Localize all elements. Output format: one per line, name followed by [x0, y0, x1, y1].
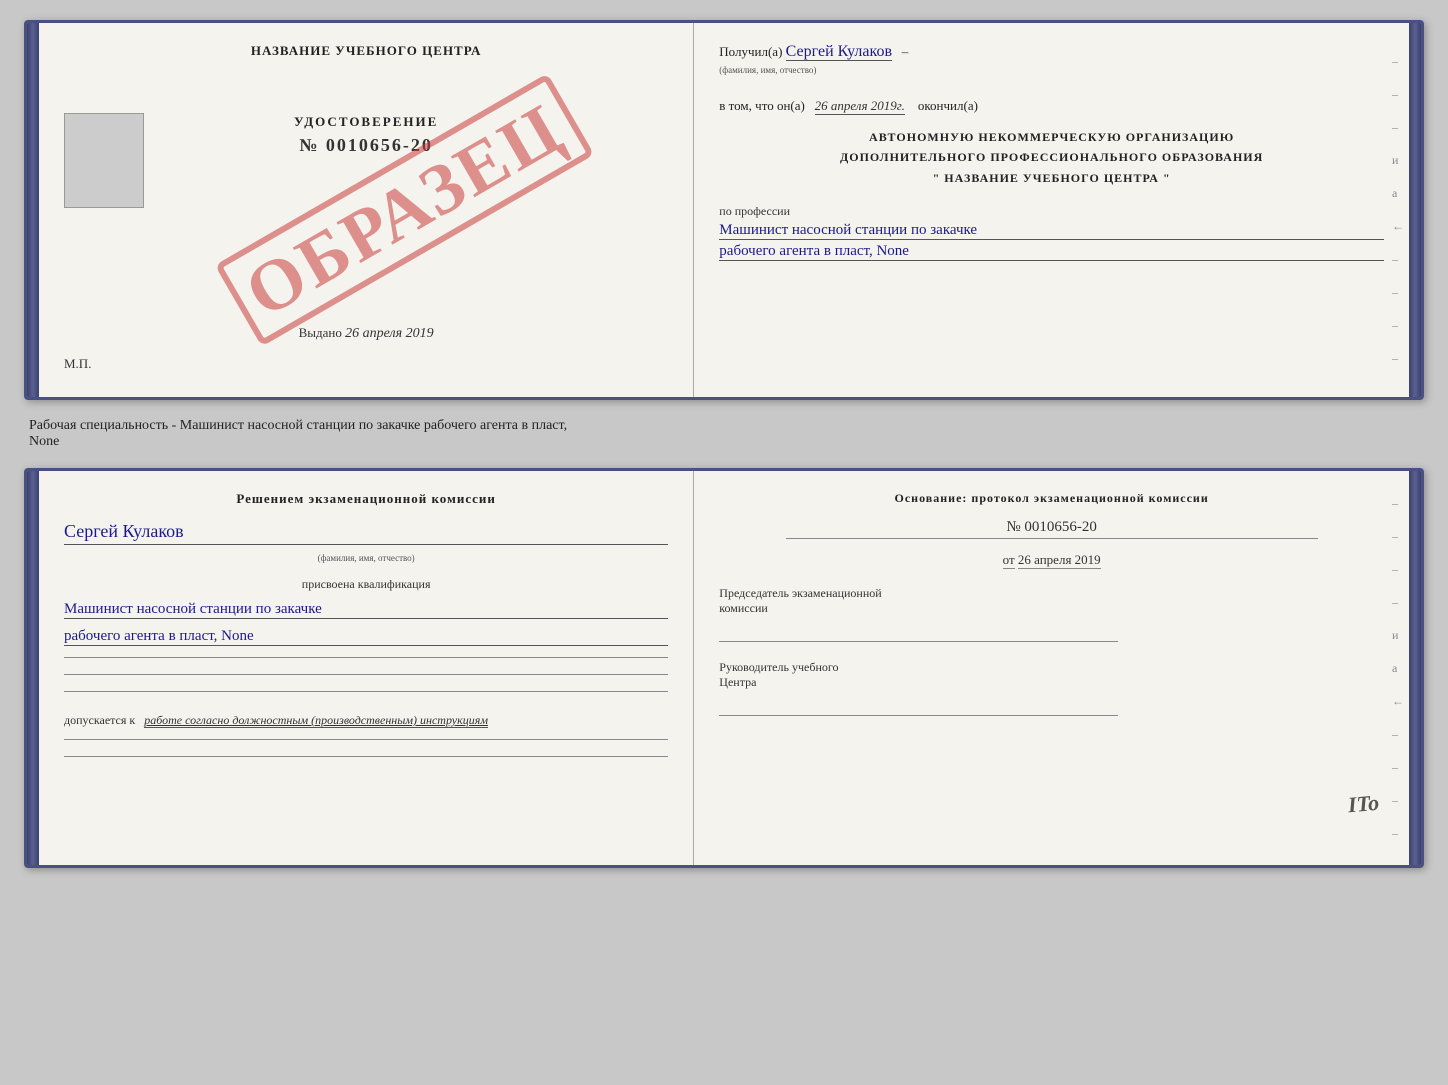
separator3: [64, 691, 668, 692]
specialty-line2: None: [29, 434, 1419, 450]
separator5: [64, 756, 668, 757]
received-line: Получил(а) Сергей Кулаков – (фамилия, им…: [719, 43, 1384, 77]
top-document: НАЗВАНИЕ УЧЕБНОГО ЦЕНТРА УДОСТОВЕРЕНИЕ №…: [24, 20, 1424, 400]
completed-date: 26 апреля 2019г.: [815, 98, 905, 115]
head-line2: Центра: [719, 675, 1384, 690]
date-ending: окончил(а): [918, 98, 978, 113]
org-line1: АВТОНОМНУЮ НЕКОММЕРЧЕСКУЮ ОРГАНИЗАЦИЮ: [719, 127, 1384, 147]
bottom-spine-left: [27, 471, 39, 865]
person-name: Сергей Кулаков: [64, 521, 668, 545]
ito-mark: ITo: [1347, 790, 1380, 819]
admitted-block: допускается к работе согласно должностны…: [64, 713, 668, 728]
chairman-line1: Председатель экзаменационной: [719, 586, 1384, 601]
org-line3: " НАЗВАНИЕ УЧЕБНОГО ЦЕНТРА ": [719, 168, 1384, 188]
org-block: АВТОНОМНУЮ НЕКОММЕРЧЕСКУЮ ОРГАНИЗАЦИЮ ДО…: [719, 127, 1384, 188]
bottom-doc-content: Решением экзаменационной комиссии Сергей…: [39, 471, 1409, 865]
bottom-spine-right: [1409, 471, 1421, 865]
chairman-block: Председатель экзаменационной комиссии: [719, 586, 1384, 642]
profession-label: по профессии: [719, 204, 1384, 219]
chairman-line2: комиссии: [719, 601, 1384, 616]
mp-label: М.П.: [64, 356, 91, 372]
received-name: Сергей Кулаков: [786, 43, 892, 61]
profession-line2: рабочего агента в пласт, None: [719, 243, 1384, 261]
page-wrapper: НАЗВАНИЕ УЧЕБНОГО ЦЕНТРА УДОСТОВЕРЕНИЕ №…: [24, 20, 1424, 868]
separator1: [64, 657, 668, 658]
bottom-name-hint: (фамилия, имя, отчество): [64, 553, 668, 563]
cert-label: УДОСТОВЕРЕНИЕ: [294, 114, 438, 130]
qualification-label: присвоена квалификация: [64, 577, 668, 592]
qualification-line1: Машинист насосной станции по закачке: [64, 601, 668, 619]
top-left-panel: НАЗВАНИЕ УЧЕБНОГО ЦЕНТРА УДОСТОВЕРЕНИЕ №…: [39, 23, 694, 397]
protocol-number: № 0010656-20: [786, 519, 1318, 539]
protocol-date: от 26 апреля 2019: [719, 552, 1384, 568]
received-label: Получил(а): [719, 44, 782, 59]
bottom-left-panel: Решением экзаменационной комиссии Сергей…: [39, 471, 694, 865]
date-line: в том, что он(а) 26 апреля 2019г. окончи…: [719, 98, 1384, 114]
top-right-panel: Получил(а) Сергей Кулаков – (фамилия, им…: [694, 23, 1409, 397]
right-marks: – – – и а ← – – – –: [1392, 23, 1404, 397]
admitted-prefix: допускается к: [64, 713, 135, 727]
bottom-right-marks: – – – – и а ← – – – –: [1392, 471, 1404, 865]
doc-spine-left: [27, 23, 39, 397]
dashes: – – – и а ← – – – –: [1392, 54, 1404, 366]
cert-number: № 0010656-20: [299, 135, 433, 156]
issued-prefix: Выдано: [299, 325, 342, 340]
basis-title: Основание: протокол экзаменационной коми…: [719, 491, 1384, 506]
protocol-date-value: 26 апреля 2019: [1018, 552, 1101, 569]
specialty-line1: Рабочая специальность - Машинист насосно…: [29, 418, 1419, 434]
profession-block: по профессии Машинист насосной станции п…: [719, 204, 1384, 261]
issued-date-block: Выдано 26 апреля 2019: [39, 325, 693, 342]
bottom-right-panel: Основание: протокол экзаменационной коми…: [694, 471, 1409, 865]
doc-spine-right: [1409, 23, 1421, 397]
separator4: [64, 739, 668, 740]
head-line1: Руководитель учебного: [719, 660, 1384, 675]
bottom-dashes: – – – – и а ← – – – –: [1392, 496, 1404, 841]
commission-title: Решением экзаменационной комиссии: [64, 491, 668, 507]
head-block: Руководитель учебного Центра: [719, 660, 1384, 716]
org-line2: ДОПОЛНИТЕЛЬНОГО ПРОФЕССИОНАЛЬНОГО ОБРАЗО…: [719, 147, 1384, 167]
issued-date: 26 апреля 2019: [345, 326, 433, 341]
head-signature-line: [719, 715, 1118, 716]
admitted-work: работе согласно должностным (производств…: [144, 713, 488, 728]
separator2: [64, 674, 668, 675]
specialty-text: Рабочая специальность - Машинист насосно…: [24, 410, 1424, 458]
top-doc-content: НАЗВАНИЕ УЧЕБНОГО ЦЕНТРА УДОСТОВЕРЕНИЕ №…: [39, 23, 1409, 397]
top-left-title: НАЗВАНИЕ УЧЕБНОГО ЦЕНТРА: [251, 43, 482, 59]
profession-line1: Машинист насосной станции по закачке: [719, 222, 1384, 240]
name-hint: (фамилия, имя, отчество): [719, 65, 816, 75]
cert-photo: [64, 113, 144, 208]
chairman-signature-line: [719, 641, 1118, 642]
qualification-line2: рабочего агента в пласт, None: [64, 628, 668, 646]
date-label: в том, что он(а): [719, 98, 805, 113]
date-prefix: от: [1003, 552, 1015, 569]
bottom-document: Решением экзаменационной комиссии Сергей…: [24, 468, 1424, 868]
